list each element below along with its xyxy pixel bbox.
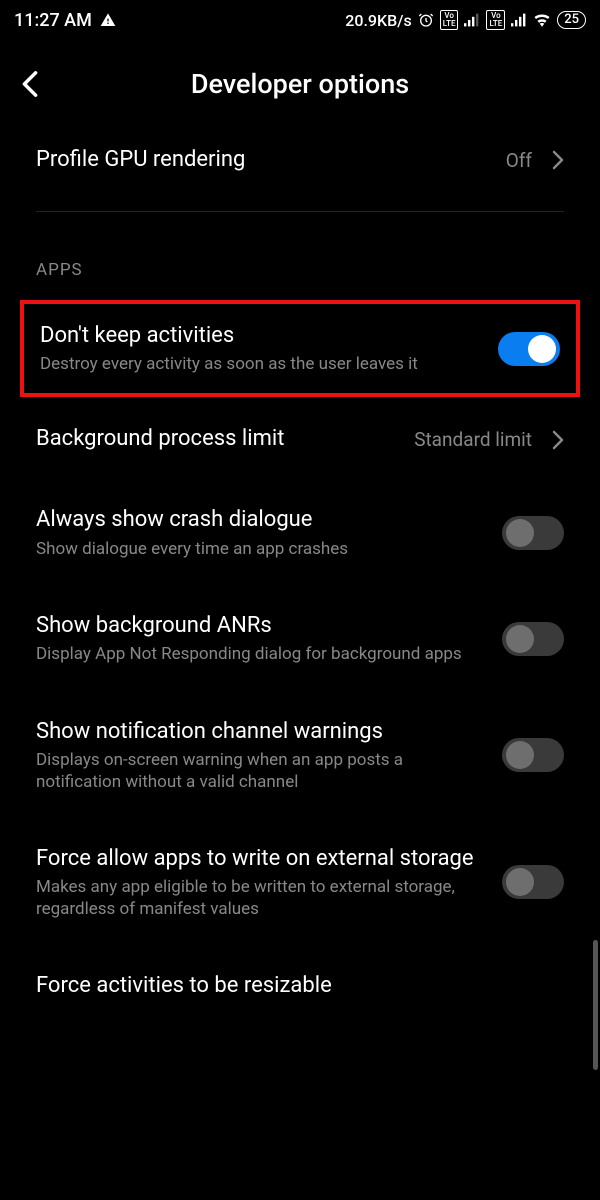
setting-subtitle: Makes any app eligible to be written to … [36,877,488,920]
setting-title: Force activities to be resizable [36,972,564,1001]
setting-title: Always show crash dialogue [36,506,488,535]
warning-icon [100,12,116,28]
toggle-notification-warnings[interactable] [502,738,564,772]
volte-icon-2: VoLTE [486,10,505,30]
setting-title: Don't keep activities [40,322,484,351]
setting-title: Background process limit [36,425,400,454]
toggle-background-anrs[interactable] [502,622,564,656]
battery-indicator: 25 [557,11,586,29]
row-notification-channel-warnings[interactable]: Show notification channel warnings Displ… [0,692,600,819]
setting-title: Force allow apps to write on external st… [36,845,488,874]
setting-subtitle: Show dialogue every time an app crashes [36,539,488,560]
signal-icon-2 [511,13,527,27]
row-show-background-anrs[interactable]: Show background ANRs Display App Not Res… [0,586,600,692]
alarm-icon [418,12,434,28]
row-background-process-limit[interactable]: Background process limit Standard limit [0,399,600,480]
highlight-dont-keep-activities: Don't keep activities Destroy every acti… [20,300,580,398]
status-time: 11:27 AM [14,10,92,31]
wifi-icon [533,13,551,27]
setting-subtitle: Destroy every activity as soon as the us… [40,354,484,375]
setting-value: Standard limit [414,428,532,451]
row-force-resizable[interactable]: Force activities to be resizable [0,946,600,1001]
volte-icon-1: VoLTE [440,10,459,30]
page-title: Developer options [20,68,580,100]
setting-title: Profile GPU rendering [36,146,492,175]
setting-title: Show background ANRs [36,612,488,641]
chevron-right-icon [552,150,564,170]
status-bar: 11:27 AM 20.9KB/s VoLTE VoLTE 25 [0,0,600,40]
toggle-external-storage[interactable] [502,865,564,899]
section-header-apps: APPS [0,212,600,298]
network-speed: 20.9KB/s [345,11,411,30]
signal-icon-1 [464,13,480,27]
toggle-crash-dialogue[interactable] [502,516,564,550]
toggle-dont-keep-activities[interactable] [498,332,560,366]
setting-title: Show notification channel warnings [36,718,488,747]
setting-value: Off [506,149,532,172]
scrollbar-thumb[interactable] [593,940,598,1070]
page-header: Developer options [0,40,600,120]
row-profile-gpu-rendering[interactable]: Profile GPU rendering Off [0,120,600,201]
chevron-right-icon [552,430,564,450]
setting-subtitle: Display App Not Responding dialog for ba… [36,644,488,665]
setting-subtitle: Displays on-screen warning when an app p… [36,750,488,793]
row-force-external-storage[interactable]: Force allow apps to write on external st… [0,819,600,946]
row-dont-keep-activities[interactable]: Don't keep activities Destroy every acti… [24,304,576,394]
row-always-show-crash-dialogue[interactable]: Always show crash dialogue Show dialogue… [0,480,600,586]
